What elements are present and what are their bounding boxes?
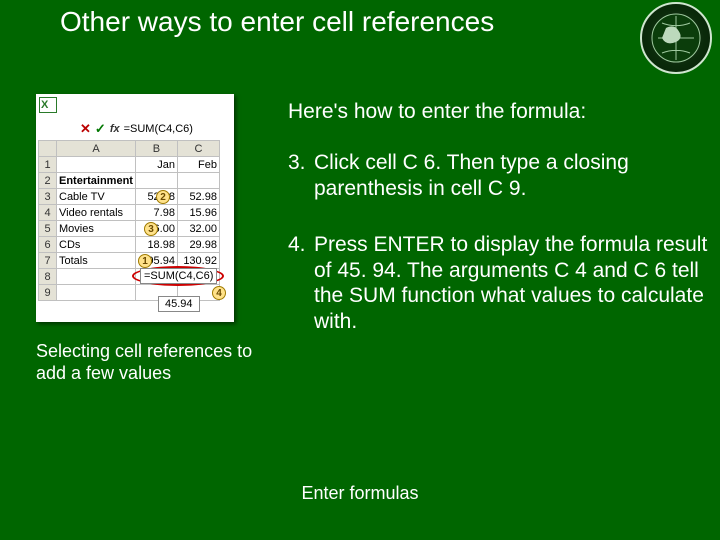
instruction-step-3: 3. Click cell C 6. Then type a closing p…: [288, 150, 708, 201]
slide-footer: Enter formulas: [0, 483, 720, 504]
institution-logo: [640, 2, 712, 74]
col-header-a: A: [57, 141, 136, 157]
callout-marker-3: 3: [144, 222, 158, 236]
cancel-icon: ✕: [80, 121, 91, 137]
image-caption: Selecting cell references to add a few v…: [36, 341, 256, 384]
callout-marker-2: 2: [156, 190, 170, 204]
fx-icon: fx: [110, 123, 120, 135]
table-row: 4 Video rentals 7.98 15.96: [39, 205, 220, 221]
col-header-c: C: [177, 141, 219, 157]
table-row: 1 Jan Feb: [39, 157, 220, 173]
step-number: 4.: [288, 232, 314, 334]
callout-marker-4: 4: [212, 286, 226, 300]
formula-bar-text: =SUM(C4,C6): [124, 123, 193, 135]
spreadsheet-screenshot: X ✕ ✓ fx =SUM(C4,C6) A B C 1 Jan Feb 2 E…: [36, 94, 234, 322]
formula-bar: ✕ ✓ fx =SUM(C4,C6): [80, 120, 230, 138]
table-row: 5 Movies 16.00 32.00: [39, 221, 220, 237]
slide-title: Other ways to enter cell references: [60, 6, 620, 38]
step-number: 3.: [288, 150, 314, 201]
intro-text: Here's how to enter the formula:: [288, 100, 708, 124]
excel-icon: X: [39, 97, 57, 113]
table-row: 3 Cable TV 52.98 52.98: [39, 189, 220, 205]
column-header-row: A B C: [39, 141, 220, 157]
corner-cell: [39, 141, 57, 157]
confirm-icon: ✓: [95, 121, 106, 137]
table-row: 2 Entertainment: [39, 173, 220, 189]
inline-formula: =SUM(C4,C6): [140, 268, 217, 284]
table-row: 6 CDs 18.98 29.98: [39, 237, 220, 253]
globe-icon: [646, 8, 706, 68]
col-header-b: B: [135, 141, 177, 157]
step-body: Press ENTER to display the formula resul…: [314, 232, 708, 334]
step-body: Click cell C 6. Then type a closing pare…: [314, 150, 708, 201]
callout-marker-1: 1: [138, 254, 152, 268]
formula-result: 45.94: [158, 296, 200, 312]
instruction-step-4: 4. Press ENTER to display the formula re…: [288, 232, 708, 334]
